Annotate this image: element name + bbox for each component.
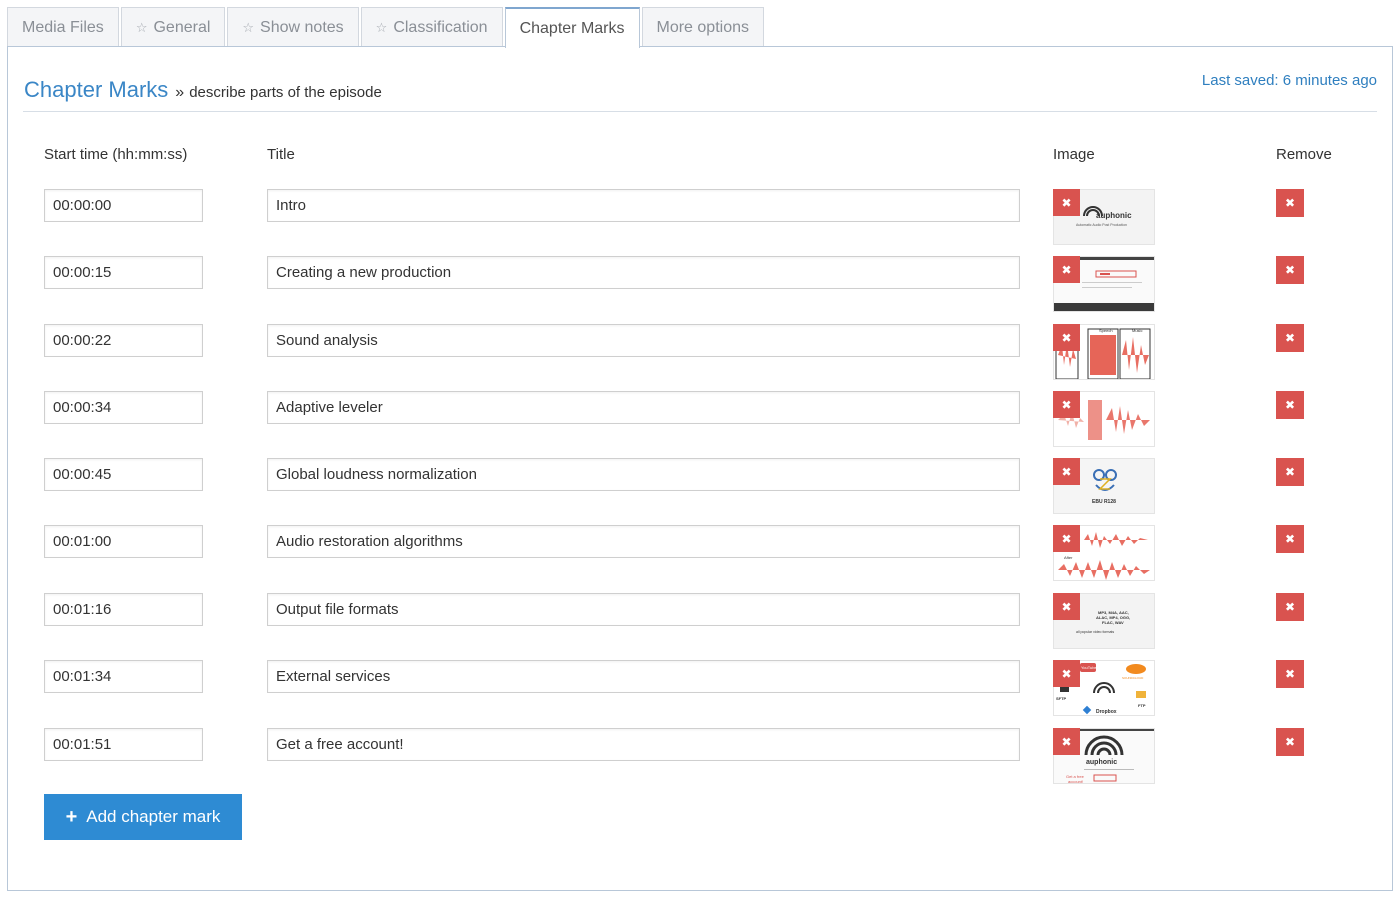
star-icon: ☆ (135, 19, 148, 35)
thumb-text: SOUNDCLOUD (1122, 676, 1144, 680)
chapter-title-input[interactable] (267, 593, 1020, 626)
remove-chapter-button[interactable]: ✖ (1276, 458, 1304, 486)
add-chapter-mark-label: Add chapter mark (86, 807, 221, 826)
tab-bar: Media Files ☆ General ☆ Show notes ☆ Cla… (7, 7, 766, 48)
tab-classification[interactable]: ☆ Classification (360, 7, 503, 47)
chapter-title-input[interactable] (267, 458, 1020, 491)
start-time-input[interactable] (44, 256, 203, 289)
start-time-input[interactable] (44, 391, 203, 424)
star-icon: ☆ (242, 19, 255, 35)
add-chapter-mark-button[interactable]: + Add chapter mark (44, 794, 242, 840)
remove-chapter-button[interactable]: ✖ (1276, 189, 1304, 217)
chapter-row: auphonic Get a free account! ✖ ✖ (8, 728, 1394, 785)
chapter-title-input[interactable] (267, 660, 1020, 693)
remove-chapter-button[interactable]: ✖ (1276, 391, 1304, 419)
remove-image-button[interactable]: ✖ (1053, 391, 1080, 418)
thumb-text: auphonic (1086, 759, 1117, 766)
remove-chapter-button[interactable]: ✖ (1276, 324, 1304, 352)
tab-more-options[interactable]: More options (641, 7, 764, 47)
start-time-input[interactable] (44, 593, 203, 626)
remove-chapter-button[interactable]: ✖ (1276, 525, 1304, 553)
section-heading: Chapter Marks » describe parts of the ep… (24, 77, 382, 103)
remove-image-button[interactable]: ✖ (1053, 660, 1080, 687)
chapter-title-input[interactable] (267, 189, 1020, 222)
tab-label: Chapter Marks (519, 19, 625, 37)
heading-separator: » (175, 84, 185, 101)
tab-label: More options (656, 18, 750, 36)
chapter-row: EBU R128 ✖ ✖ (8, 458, 1394, 515)
chapter-title-input[interactable] (267, 728, 1020, 761)
remove-image-button[interactable]: ✖ (1053, 593, 1080, 620)
thumb-text: Speech (1099, 328, 1113, 333)
thumb-text: SFTP (1056, 696, 1067, 701)
chapter-row: ✖ ✖ (8, 391, 1394, 448)
start-time-input[interactable] (44, 324, 203, 357)
remove-chapter-button[interactable]: ✖ (1276, 593, 1304, 621)
remove-image-button[interactable]: ✖ (1053, 728, 1080, 755)
tab-media-files[interactable]: Media Files (7, 7, 119, 47)
start-time-input[interactable] (44, 525, 203, 558)
divider (23, 111, 1377, 112)
remove-image-button[interactable]: ✖ (1053, 525, 1080, 552)
column-header-image: Image (1053, 146, 1095, 163)
remove-chapter-button[interactable]: ✖ (1276, 728, 1304, 756)
start-time-input[interactable] (44, 660, 203, 693)
start-time-input[interactable] (44, 458, 203, 491)
thumb-text: FLAC, WAV (1102, 620, 1124, 625)
chapter-row: MP3, M4A, AAC, ALAC, MP4, OGG, FLAC, WAV… (8, 593, 1394, 650)
chapter-title-input[interactable] (267, 525, 1020, 558)
column-header-start-time: Start time (hh:mm:ss) (44, 146, 188, 163)
tab-label: General (153, 18, 211, 36)
chapter-title-input[interactable] (267, 256, 1020, 289)
tab-label: Classification (393, 18, 488, 36)
thumb-text: account! (1068, 779, 1083, 784)
thumb-text: YouTube (1081, 665, 1097, 670)
last-saved-status: Last saved: 6 minutes ago (1201, 72, 1377, 89)
thumb-text: Automatic Audio Post Production (1076, 223, 1127, 227)
remove-image-button[interactable]: ✖ (1053, 458, 1080, 485)
start-time-input[interactable] (44, 189, 203, 222)
thumb-text: Dropbox (1096, 709, 1117, 715)
column-header-remove: Remove (1276, 146, 1332, 163)
chapter-row: ✖ ✖ (8, 256, 1394, 313)
tab-general[interactable]: ☆ General (120, 7, 226, 47)
column-header-title: Title (267, 146, 295, 163)
thumb-text: EBU R128 (1092, 499, 1116, 505)
thumb-text: auphonic (1096, 211, 1132, 220)
chapter-title-input[interactable] (267, 391, 1020, 424)
tab-show-notes[interactable]: ☆ Show notes (227, 7, 359, 47)
start-time-input[interactable] (44, 728, 203, 761)
chapter-row: After ✖ ✖ (8, 525, 1394, 582)
star-icon: ☆ (375, 19, 388, 35)
tab-chapter-marks[interactable]: Chapter Marks (504, 7, 640, 48)
section-subtitle: describe parts of the episode (189, 84, 382, 101)
remove-chapter-button[interactable]: ✖ (1276, 660, 1304, 688)
thumb-text: all popular video formats (1076, 630, 1114, 634)
remove-image-button[interactable]: ✖ (1053, 189, 1080, 216)
remove-image-button[interactable]: ✖ (1053, 324, 1080, 351)
chapter-row: auphonic Automatic Audio Post Production… (8, 189, 1394, 246)
thumb-text: After (1064, 555, 1073, 560)
tab-label: Media Files (22, 18, 104, 36)
tab-label: Show notes (260, 18, 344, 36)
thumb-text: Music (1132, 328, 1142, 333)
section-title: Chapter Marks (24, 77, 169, 102)
plus-icon: + (65, 805, 78, 828)
chapter-row: YouTube SOUNDCLOUD SFTP FTP Dropbox ✖ ✖ (8, 660, 1394, 717)
remove-image-button[interactable]: ✖ (1053, 256, 1080, 283)
remove-chapter-button[interactable]: ✖ (1276, 256, 1304, 284)
chapter-title-input[interactable] (267, 324, 1020, 357)
thumb-text: FTP (1138, 703, 1146, 708)
chapter-marks-panel: Chapter Marks » describe parts of the ep… (7, 46, 1393, 891)
chapter-row: Speech Music ✖ ✖ (8, 324, 1394, 381)
